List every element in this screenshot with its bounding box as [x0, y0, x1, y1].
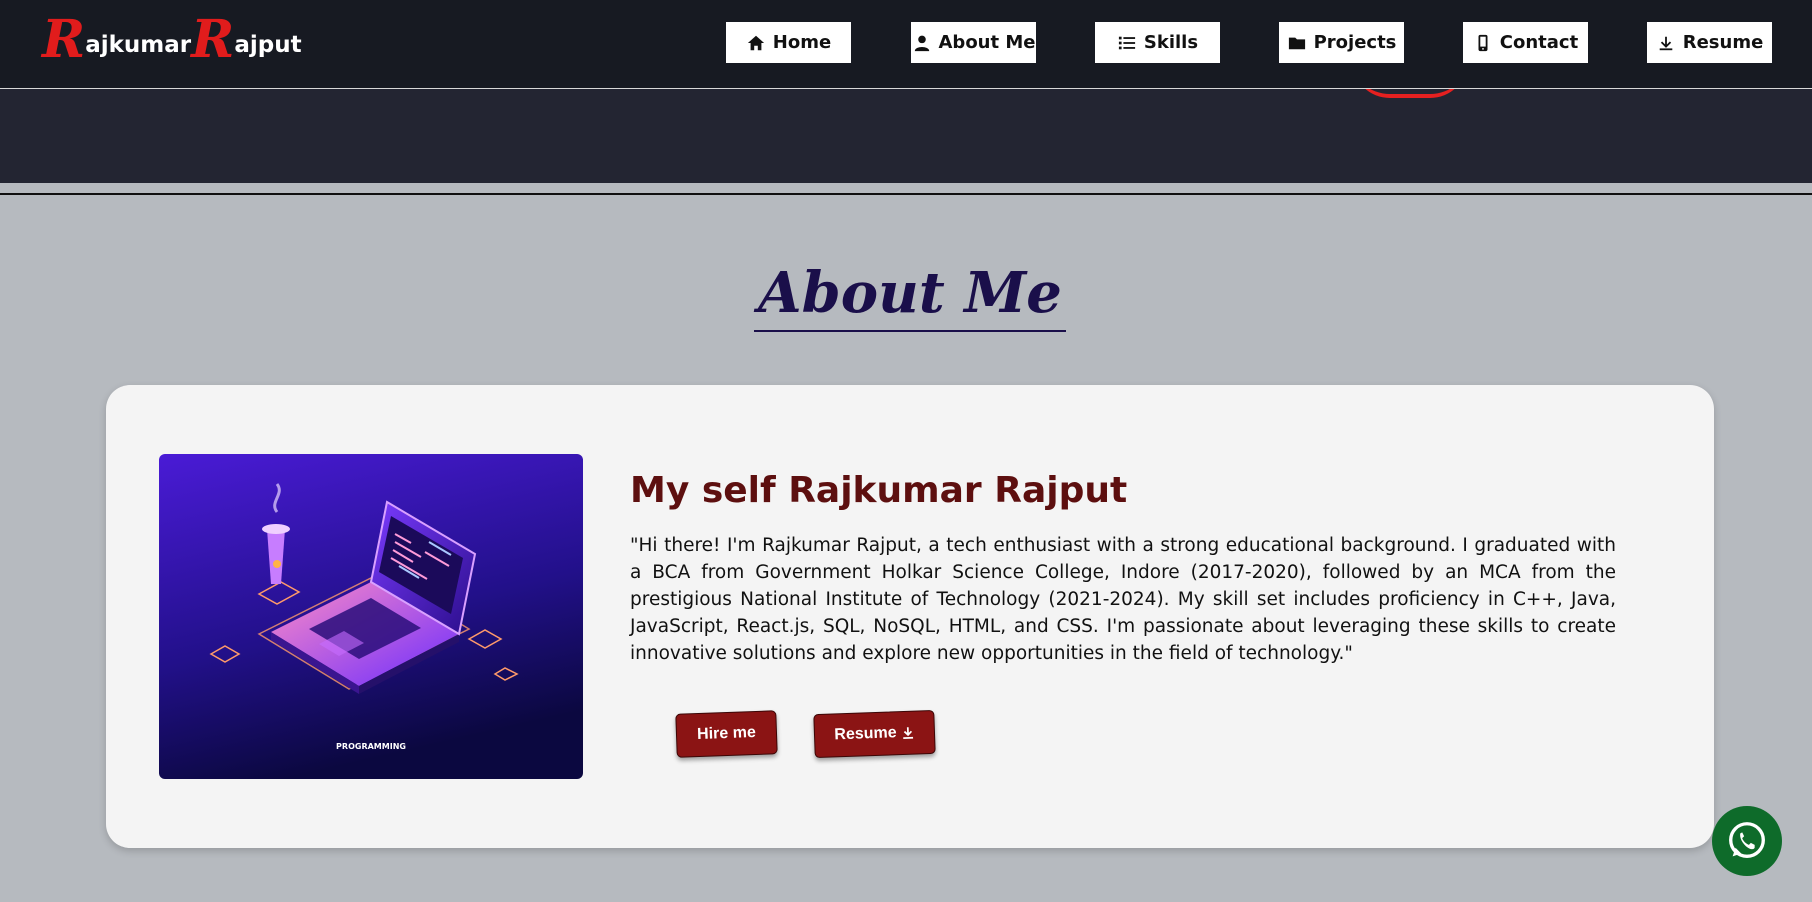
whatsapp-icon	[1724, 818, 1770, 864]
programming-illustration: PROGRAMMING	[159, 454, 583, 779]
hire-me-button[interactable]: Hire me	[675, 710, 778, 758]
logo-last-name: ajput	[234, 32, 302, 58]
top-navbar: R ajkumar R ajput Home About Me Skills P…	[0, 0, 1812, 89]
site-logo[interactable]: R ajkumar R ajput	[42, 6, 302, 66]
nav-projects-label: Projects	[1313, 32, 1397, 53]
hire-me-label: Hire me	[696, 723, 757, 744]
about-heading: My self Rajkumar Rajput	[630, 470, 1128, 511]
about-bio: "Hi there! I'm Rajkumar Rajput, a tech e…	[630, 535, 1616, 664]
resume-download-button[interactable]: Resume	[813, 709, 936, 759]
list-icon	[1117, 33, 1137, 53]
logo-initial-last: R	[191, 9, 235, 70]
whatsapp-button[interactable]	[1712, 806, 1782, 876]
nav-resume-label: Resume	[1682, 32, 1764, 53]
nav-resume-button[interactable]: Resume	[1647, 22, 1772, 63]
nav-home-label: Home	[772, 32, 832, 53]
logo-first-name: ajkumar	[85, 32, 192, 58]
user-icon	[912, 33, 932, 53]
home-icon	[746, 33, 766, 53]
illustration-caption: PROGRAMMING	[336, 742, 406, 751]
resume-button-label: Resume	[834, 724, 897, 744]
about-card: PROGRAMMING My self Rajkumar Rajput "Hi …	[106, 385, 1714, 848]
nav-contact-label: Contact	[1499, 32, 1579, 53]
download-icon	[900, 726, 914, 740]
nav-contact-button[interactable]: Contact	[1463, 22, 1588, 63]
nav-home-button[interactable]: Home	[726, 22, 851, 63]
about-section-title: About Me	[754, 256, 1066, 332]
nav-projects-button[interactable]: Projects	[1279, 22, 1404, 63]
nav-skills-label: Skills	[1143, 32, 1199, 53]
section-divider	[0, 193, 1812, 195]
hero-section-bottom	[0, 89, 1812, 183]
folder-icon	[1287, 33, 1307, 53]
phone-icon	[1473, 33, 1493, 53]
nav-about-label: About Me	[938, 32, 1036, 53]
download-icon	[1656, 33, 1676, 53]
nav-about-button[interactable]: About Me	[911, 22, 1036, 63]
nav-skills-button[interactable]: Skills	[1095, 22, 1220, 63]
logo-initial-first: R	[42, 9, 86, 70]
